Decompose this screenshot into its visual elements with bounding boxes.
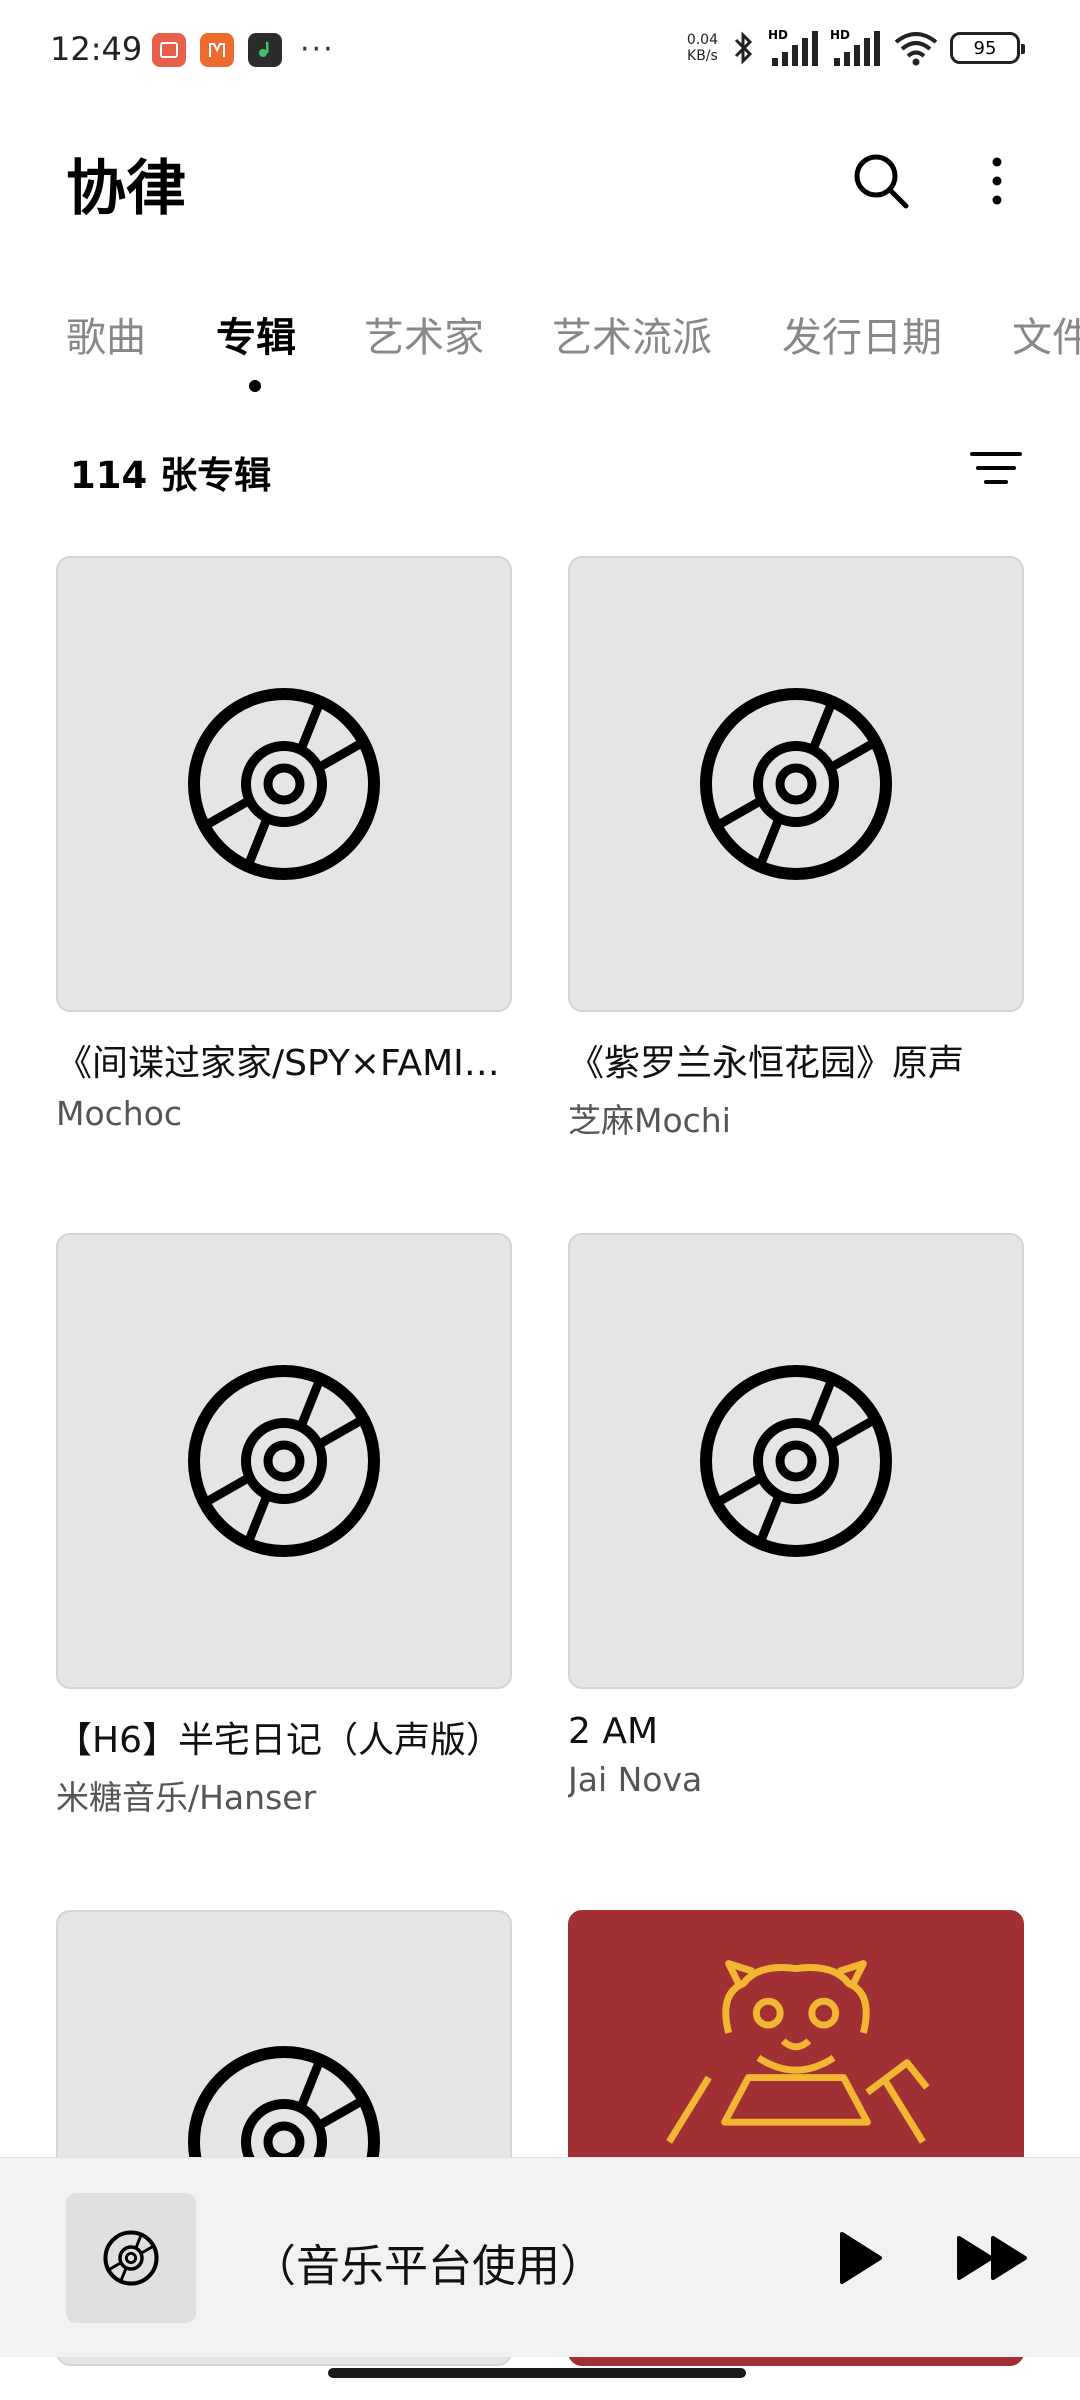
search-button[interactable] bbox=[850, 150, 912, 212]
battery-indicator: 95 bbox=[950, 32, 1025, 64]
skip-next-icon bbox=[957, 2236, 1027, 2280]
disc-icon bbox=[103, 2230, 159, 2286]
disc-icon bbox=[700, 1365, 892, 1557]
tab-files[interactable]: 文件 bbox=[1012, 305, 1080, 363]
album-title: 【H6】半宅日记（人声版） bbox=[56, 1720, 502, 1761]
tab-songs[interactable]: 歌曲 bbox=[66, 305, 146, 363]
sort-button[interactable] bbox=[968, 448, 1024, 488]
album-card[interactable]: 【H6】半宅日记（人声版） 米糖音乐/Hanser bbox=[56, 1233, 512, 1819]
album-card[interactable]: 2 AM Jai Nova bbox=[568, 1233, 1024, 1799]
status-bar: 12:49 ··· 0.04 KB/s HD HD 95 bbox=[0, 0, 1080, 100]
play-icon bbox=[840, 2232, 882, 2284]
tab-albums[interactable]: 专辑 bbox=[216, 305, 296, 363]
album-cover bbox=[568, 1233, 1024, 1689]
album-cover bbox=[568, 556, 1024, 1012]
bluetooth-icon bbox=[734, 31, 753, 65]
signal-2: HD bbox=[830, 28, 882, 68]
album-title: 《紫罗兰永恒花园》原声 bbox=[568, 1043, 965, 1084]
album-title: 2 AM bbox=[568, 1711, 659, 1752]
search-icon bbox=[854, 154, 909, 209]
more-vert-icon bbox=[992, 157, 1002, 205]
play-button[interactable] bbox=[836, 2228, 886, 2288]
now-playing-title: （音乐平台使用） bbox=[252, 2241, 604, 2292]
notification-icons: ··· bbox=[152, 33, 335, 67]
disc-icon bbox=[700, 688, 892, 880]
signal-1: HD bbox=[768, 28, 820, 68]
now-playing-cover bbox=[66, 2193, 196, 2323]
tab-release-date[interactable]: 发行日期 bbox=[782, 305, 942, 363]
album-count: 114 张专辑 bbox=[70, 454, 272, 497]
status-time: 12:49 bbox=[50, 30, 143, 68]
signal-icon bbox=[834, 31, 880, 66]
status-indicators: 0.04 KB/s HD HD 95 bbox=[687, 28, 1025, 68]
gesture-nav-handle[interactable] bbox=[328, 2368, 746, 2378]
more-notifications-icon: ··· bbox=[300, 32, 335, 67]
app-notification-icon bbox=[248, 33, 282, 67]
app-notification-icon bbox=[200, 33, 234, 67]
app-notification-icon bbox=[152, 33, 186, 67]
album-artist: Jai Nova bbox=[568, 1760, 703, 1799]
mini-player[interactable]: （音乐平台使用） bbox=[0, 2157, 1080, 2357]
album-artist: 芝麻Mochi bbox=[568, 1101, 731, 1140]
album-card[interactable]: 《紫罗兰永恒花园》原声 芝麻Mochi bbox=[568, 556, 1024, 1142]
active-tab-indicator bbox=[249, 380, 261, 392]
disc-icon bbox=[188, 688, 380, 880]
app-title: 协律 bbox=[66, 154, 186, 224]
album-cover bbox=[56, 556, 512, 1012]
album-cover bbox=[56, 1233, 512, 1689]
album-artist: Mochoc bbox=[56, 1094, 183, 1133]
more-options-button[interactable] bbox=[975, 150, 1019, 212]
album-card[interactable]: 《间谍过家家/SPY×FAMILY》 Mochoc bbox=[56, 556, 512, 1133]
network-speed-value: 0.04 bbox=[686, 32, 718, 48]
network-speed-unit: KB/s bbox=[687, 48, 718, 64]
signal-icon bbox=[772, 31, 818, 66]
sort-icon bbox=[970, 452, 1022, 484]
network-speed: 0.04 KB/s bbox=[687, 32, 718, 64]
wifi-icon bbox=[894, 32, 938, 66]
tab-genres[interactable]: 艺术流派 bbox=[552, 305, 712, 363]
tab-artists[interactable]: 艺术家 bbox=[364, 305, 484, 363]
disc-icon bbox=[188, 1365, 380, 1557]
skip-next-button[interactable] bbox=[955, 2228, 1031, 2288]
album-title: 《间谍过家家/SPY×FAMILY》 bbox=[56, 1043, 512, 1084]
album-artist: 米糖音乐/Hanser bbox=[56, 1778, 317, 1817]
